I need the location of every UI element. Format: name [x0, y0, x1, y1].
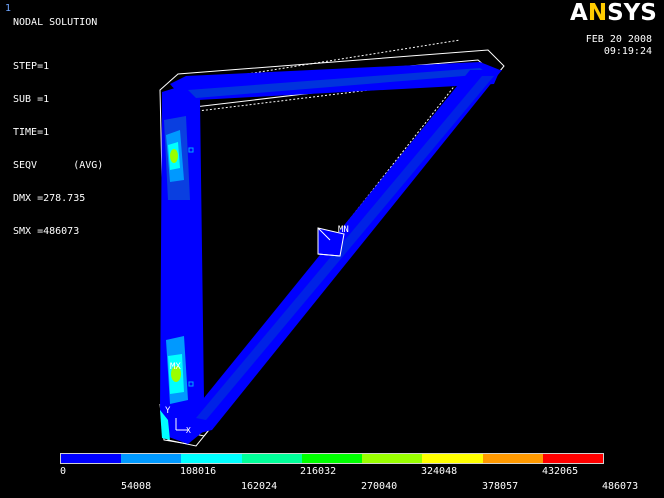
- legend-band-4: [241, 454, 302, 463]
- legend-band-5: [301, 454, 363, 463]
- legend-label-bottom-6: 486073: [602, 481, 639, 492]
- legend-label-bottom-2: 54008: [121, 481, 152, 492]
- legend-label-top-4: 432065: [542, 466, 579, 477]
- legend-band-6: [362, 454, 423, 463]
- legend-label-top-2: 216032: [300, 466, 337, 477]
- max-marker: MX: [170, 362, 181, 372]
- legend-band-9: [542, 454, 603, 463]
- legend-band-2: [121, 454, 182, 463]
- graphics-window[interactable]: 1 NODAL SOLUTION STEP=1 SUB =1 TIME=1 SE…: [0, 0, 664, 498]
- stress-hotspot-upper: [170, 149, 178, 163]
- legend-label-top-3: 324048: [421, 466, 458, 477]
- legend-band-7: [422, 454, 483, 463]
- legend-label-bottom-1: 0: [60, 466, 67, 477]
- legend-label-bottom-5: 378057: [482, 481, 519, 492]
- diagonal-member-band: [196, 76, 494, 420]
- node-mark-1: [188, 147, 194, 153]
- model-view[interactable]: MN MX Y X: [0, 0, 664, 450]
- legend-label-bottom-3: 162024: [241, 481, 278, 492]
- axis-y-label: Y: [165, 406, 171, 416]
- legend-band-1: [61, 454, 122, 463]
- legend-label-bottom-4: 270040: [361, 481, 398, 492]
- legend-label-top-1: 108016: [180, 466, 217, 477]
- contour-legend: [60, 453, 604, 464]
- frame-diagonal-member: [186, 70, 502, 436]
- legend-band-8: [482, 454, 543, 463]
- min-marker: MN: [338, 225, 349, 235]
- node-mark-2: [188, 381, 194, 387]
- frame-vertical-member: [160, 84, 210, 444]
- legend-band-3: [181, 454, 242, 463]
